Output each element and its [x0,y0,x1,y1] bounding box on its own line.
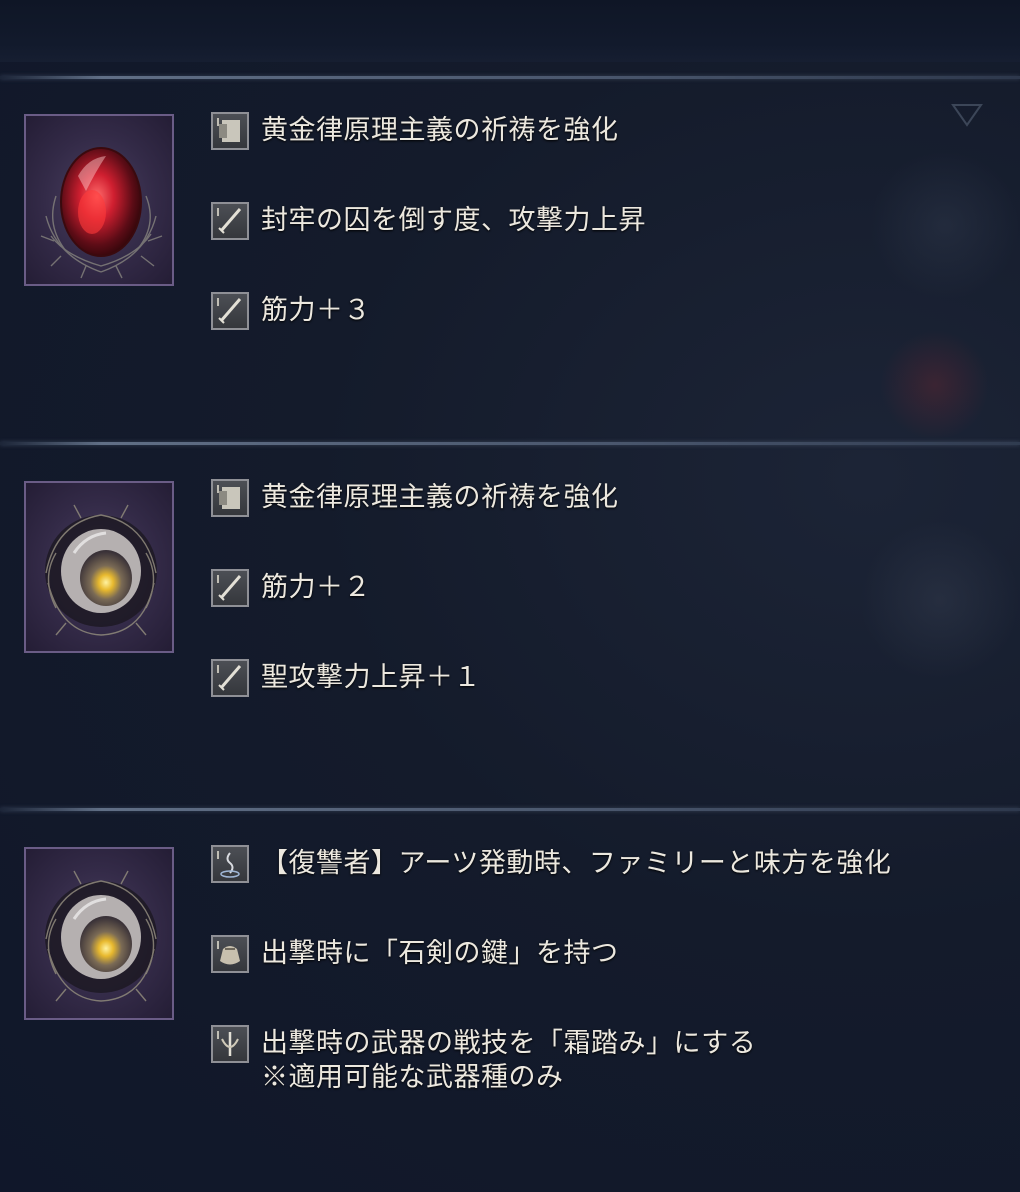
effect-text: 出撃時の武器の戦技を「霜踏み」にする [261,1028,757,1059]
yellow-relic-icon[interactable] [24,481,174,653]
effect-text: 聖攻撃力上昇＋１ [261,662,481,693]
relic-effect: 筋力＋２ [211,569,371,607]
relic-effect: 黄金律原理主義の祈祷を強化 [211,479,619,517]
effect-text: 出撃時に「石剣の鍵」を持つ [261,938,619,969]
relic-effect: 聖攻撃力上昇＋１ [211,659,481,697]
item-pouch-icon [211,935,249,973]
section-divider [0,76,1020,79]
relic-effect: 黄金律原理主義の祈祷を強化 [211,112,619,150]
weapon-skill-icon [211,1025,249,1063]
sword-stat-icon [211,202,249,240]
effect-note: ※適用可能な武器種のみ [261,1062,564,1093]
sword-stat-icon [211,659,249,697]
section-divider [0,442,1020,445]
effect-text: 筋力＋３ [261,295,371,326]
background-glow [880,330,990,440]
yellow-relic-icon[interactable] [24,847,174,1020]
incantation-icon [211,112,249,150]
effect-text: 【復讐者】アーツ発動時、ファミリーと味方を強化 [261,848,892,879]
relic-effect: 封牢の囚を倒す度、攻撃力上昇 [211,202,646,240]
top-band [0,0,1020,62]
section-divider [0,808,1020,811]
scroll-arrow-icon[interactable] [950,102,984,128]
background-glow [860,520,1020,680]
effect-text: 筋力＋２ [261,572,371,603]
relic-effect: 出撃時に「石剣の鍵」を持つ [211,935,619,973]
effect-text: 黄金律原理主義の祈祷を強化 [261,115,619,146]
relic-effect: 出撃時の武器の戦技を「霜踏み」にする ※適用可能な武器種のみ [211,1025,757,1095]
incantation-icon [211,479,249,517]
sword-stat-icon [211,292,249,330]
relic-effect: 筋力＋３ [211,292,371,330]
effect-text: 封牢の囚を倒す度、攻撃力上昇 [261,205,646,236]
art-icon [211,845,249,883]
effect-text: 黄金律原理主義の祈祷を強化 [261,482,619,513]
relic-effect: 【復讐者】アーツ発動時、ファミリーと味方を強化 [211,845,892,883]
background-glow [870,150,1020,300]
red-relic-icon[interactable] [24,114,174,286]
sword-stat-icon [211,569,249,607]
